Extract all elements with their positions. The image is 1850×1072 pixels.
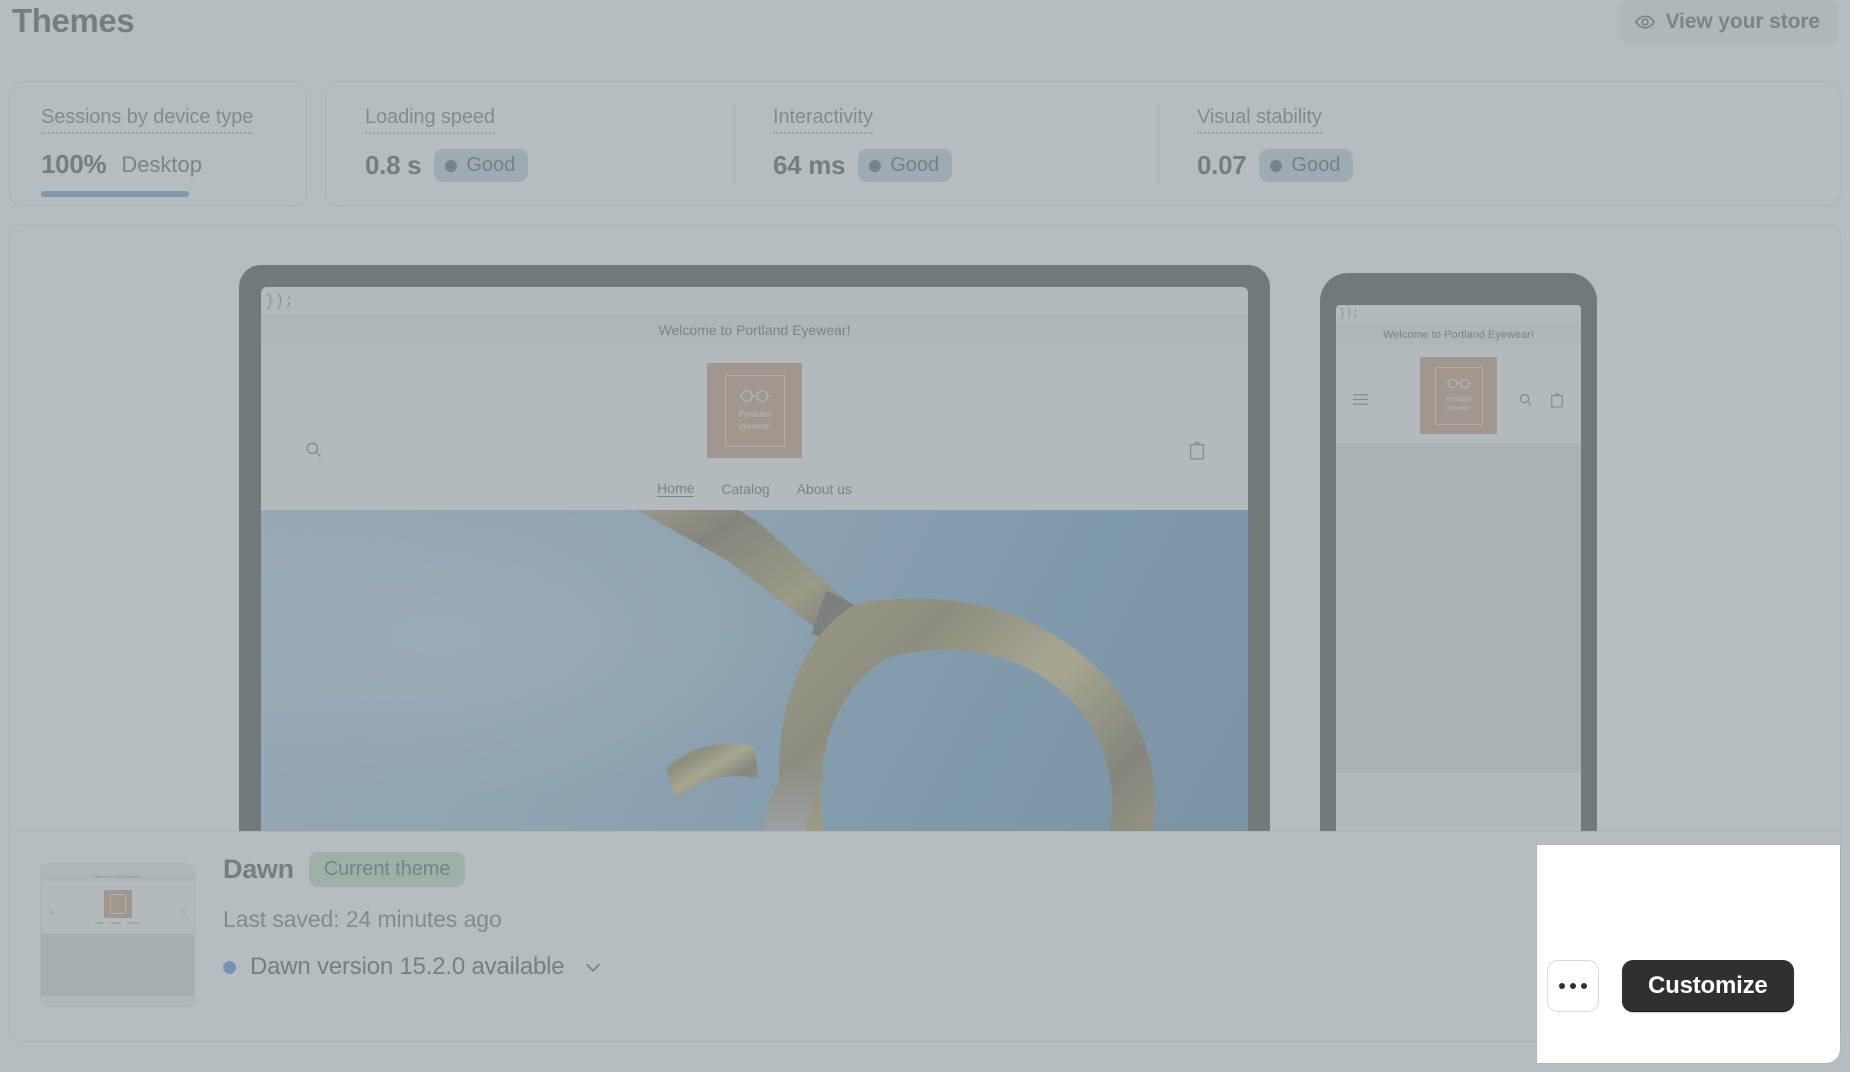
theme-info: Dawn Current theme Last saved: 24 minute… — [223, 852, 604, 981]
thumbnail-search-icon — [49, 902, 54, 920]
mobile-glasses-icon — [1446, 378, 1472, 389]
sessions-device: Desktop — [121, 152, 202, 178]
page-title: Themes — [12, 2, 134, 40]
highlighted-theme-actions: Customize — [1547, 960, 1794, 1012]
theme-last-saved: Last saved: 24 minutes ago — [223, 906, 604, 933]
current-theme-badge: Current theme — [309, 852, 466, 887]
mobile-storefront-logo: Portland eyewear — [1420, 357, 1497, 434]
interactivity-label[interactable]: Interactivity — [773, 106, 873, 134]
sessions-by-device-card: Sessions by device type 100% Desktop — [9, 81, 307, 206]
mobile-search-icon[interactable] — [1518, 392, 1533, 412]
theme-name-row: Dawn Current theme — [223, 852, 604, 887]
visual-stability-value: 0.07 — [1197, 150, 1246, 181]
sessions-progress-fill — [41, 191, 189, 197]
theme-thumbnail: Welcome to Portland Eyewear! Home — [40, 863, 195, 1007]
search-icon[interactable] — [304, 440, 323, 464]
glasses-icon — [739, 389, 771, 403]
mobile-storefront-header: Portland eyewear — [1336, 346, 1581, 443]
logo-line-1: Portland — [738, 409, 770, 420]
hamburger-menu-icon[interactable] — [1352, 393, 1369, 411]
mobile-preview-screen: }); Welcome to Portland Eyewear! — [1336, 305, 1581, 831]
nav-item-about-us[interactable]: About us — [797, 481, 852, 497]
version-dot-icon — [223, 961, 236, 974]
nav-item-home[interactable]: Home — [657, 480, 694, 497]
storefront-logo-text: Portland eyewear — [738, 409, 770, 432]
thumbnail-announcement: Welcome to Portland Eyewear! — [41, 873, 194, 881]
interactivity-status-label: Good — [890, 154, 939, 177]
desktop-preview-frame[interactable]: }); Welcome to Portland Eyewear! — [239, 265, 1270, 831]
vitals-divider-2 — [1158, 104, 1159, 186]
status-dot-icon — [1270, 160, 1282, 172]
interactivity-value: 64 ms — [773, 150, 845, 181]
mobile-preview-frame[interactable]: }); Welcome to Portland Eyewear! — [1320, 273, 1597, 831]
chevron-down-icon[interactable] — [578, 956, 604, 978]
visual-stability-status-label: Good — [1291, 154, 1340, 177]
metric-loading-speed: Loading speed 0.8 s Good — [365, 106, 528, 182]
thumbnail-nav-home: Home — [95, 921, 104, 925]
sessions-percent: 100% — [41, 149, 106, 180]
thumbnail-nav-about: About us — [127, 921, 140, 925]
theme-preview-stage: }); Welcome to Portland Eyewear! — [10, 225, 1840, 831]
interactivity-status-badge: Good — [858, 149, 952, 182]
web-vitals-card: Loading speed 0.8 s Good Interactivity 6… — [325, 81, 1841, 206]
sessions-progress-track — [41, 191, 189, 197]
cart-icon[interactable] — [1187, 439, 1207, 465]
storefront-nav: Home Catalog About us — [657, 480, 852, 497]
customize-button-highlighted[interactable]: Customize — [1622, 960, 1794, 1012]
loading-speed-value: 0.8 s — [365, 150, 421, 181]
eye-icon — [1634, 11, 1656, 33]
metric-sessions: Sessions by device type 100% Desktop — [41, 106, 253, 197]
visual-stability-label[interactable]: Visual stability — [1197, 106, 1322, 134]
thumbnail-cart-icon — [181, 902, 186, 920]
mobile-logo-frame: Portland eyewear — [1435, 367, 1483, 425]
vitals-divider-1 — [734, 104, 735, 186]
metrics-row: Sessions by device type 100% Desktop Loa… — [9, 81, 1841, 206]
eyeglasses-photo-illustration — [261, 510, 1248, 831]
storefront-hero-image — [261, 510, 1248, 831]
loading-speed-status-badge: Good — [434, 149, 528, 182]
sessions-label[interactable]: Sessions by device type — [41, 106, 253, 134]
storefront-logo: Portland eyewear — [707, 363, 802, 458]
view-your-store-label: View your store — [1665, 10, 1820, 34]
mobile-logo-text: Portland eyewear — [1446, 395, 1471, 413]
nav-item-catalog[interactable]: Catalog — [721, 481, 769, 497]
storefront-announcement-bar: Welcome to Portland Eyewear! — [261, 315, 1248, 344]
thumbnail-nav-catalog: Catalog — [110, 921, 121, 925]
more-actions-button-highlighted[interactable] — [1547, 960, 1599, 1012]
loading-speed-value-row: 0.8 s Good — [365, 149, 528, 182]
storefront-logo-frame: Portland eyewear — [725, 375, 785, 447]
thumbnail-logo — [104, 890, 132, 918]
storefront-header: Portland eyewear Home Catalog About us — [261, 344, 1248, 510]
logo-line-2: eyewear — [738, 421, 770, 432]
mobile-hero-placeholder — [1336, 443, 1581, 773]
loading-speed-label[interactable]: Loading speed — [365, 106, 495, 134]
theme-name: Dawn — [223, 854, 294, 885]
status-dot-icon — [445, 160, 457, 172]
app-root: Themes View your store Sessions by devic… — [0, 0, 1850, 1072]
loading-speed-status-label: Good — [466, 154, 515, 177]
status-dot-icon — [869, 160, 881, 172]
ellipsis-dot-icon — [1581, 983, 1587, 989]
desktop-preview-screen: }); Welcome to Portland Eyewear! — [261, 287, 1248, 831]
mobile-cart-icon[interactable] — [1549, 391, 1565, 413]
metric-interactivity: Interactivity 64 ms Good — [773, 106, 952, 182]
ellipsis-dot-icon — [1559, 983, 1565, 989]
sessions-value-row: 100% Desktop — [41, 149, 253, 180]
spotlight-highlight-region: Customize — [1537, 845, 1840, 1063]
view-your-store-button[interactable]: View your store — [1620, 0, 1838, 44]
interactivity-value-row: 64 ms Good — [773, 149, 952, 182]
mobile-logo-line-2: eyewear — [1446, 404, 1471, 413]
metric-visual-stability: Visual stability 0.07 Good — [1197, 106, 1353, 182]
storefront-code-artifact: }); — [261, 287, 1248, 315]
mobile-code-artifact: }); — [1336, 305, 1581, 324]
ellipsis-dot-icon — [1570, 983, 1576, 989]
mobile-logo-line-1: Portland — [1446, 395, 1471, 404]
mobile-announcement-bar: Welcome to Portland Eyewear! — [1336, 324, 1581, 346]
visual-stability-status-badge: Good — [1259, 149, 1353, 182]
theme-version-available[interactable]: Dawn version 15.2.0 available — [223, 953, 604, 981]
page-header: Themes View your store — [0, 0, 1850, 62]
thumbnail-nav: Home Catalog About us — [95, 921, 139, 925]
theme-version-text: Dawn version 15.2.0 available — [250, 953, 564, 981]
visual-stability-value-row: 0.07 Good — [1197, 149, 1353, 182]
